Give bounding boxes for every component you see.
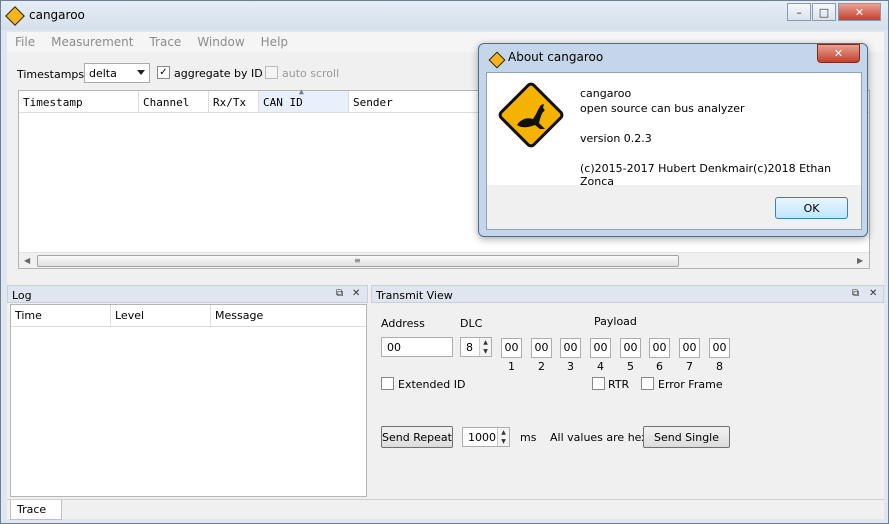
arrow-down-icon[interactable]: ▼	[498, 437, 509, 446]
aggregate-checkbox[interactable]: ✓	[157, 66, 170, 79]
interval-spinbox[interactable]: 1000 ▲ ▼	[462, 427, 510, 447]
log-column-level[interactable]: Level	[111, 305, 211, 327]
interval-stepper[interactable]: ▲ ▼	[497, 428, 509, 446]
kangaroo-sign-icon	[498, 82, 564, 148]
payload-byte-7[interactable]: 00	[679, 338, 700, 358]
scroll-right-icon[interactable]: ▶	[857, 256, 863, 265]
column-rxtx[interactable]: Rx/Tx	[209, 91, 259, 113]
address-label: Address	[381, 317, 425, 330]
app-icon	[5, 6, 25, 26]
dlc-label: DLC	[460, 317, 483, 330]
aggregate-label: aggregate by ID	[174, 67, 263, 80]
log-dock-title: Log ⧉ ✕	[7, 285, 368, 303]
grip-icon: ≡	[354, 256, 361, 265]
ok-button[interactable]: OK	[775, 197, 848, 219]
timestamps-select[interactable]: delta	[84, 63, 150, 83]
about-app-name: cangaroo	[580, 87, 632, 100]
scroll-left-icon[interactable]: ◀	[24, 256, 30, 265]
payload-byte-5[interactable]: 00	[620, 338, 641, 358]
menu-window[interactable]: Window	[189, 32, 252, 52]
transmit-dock-title: Transmit View ⧉ ✕	[371, 285, 884, 303]
sort-ascending-icon: ▲	[299, 87, 304, 96]
extended-id-label: Extended ID	[398, 378, 466, 391]
title-bar: cangaroo – □ ✕	[1, 1, 888, 30]
horizontal-scrollbar[interactable]: ◀ ≡ ▶	[19, 252, 869, 268]
transmit-panel: Address DLC Payload 00 8 ▲ ▼ 00 00 00 00 …	[371, 304, 884, 497]
interval-value: 1000	[468, 431, 496, 444]
log-table[interactable]: Time Level Message	[10, 304, 367, 497]
dlc-value: 8	[466, 341, 473, 354]
menu-help[interactable]: Help	[253, 32, 296, 52]
about-dialog-body: cangaroo open source can bus analyzer ve…	[486, 72, 862, 230]
hex-note: All values are hex	[550, 431, 648, 444]
payload-byte-6[interactable]: 00	[649, 338, 670, 358]
payload-index: 4	[597, 360, 604, 373]
about-copyright: (c)2015-2017 Hubert Denkmair(c)2018 Etha…	[580, 162, 832, 188]
send-repeat-button[interactable]: Send Repeat	[381, 426, 453, 448]
log-column-time[interactable]: Time	[11, 305, 111, 327]
dlc-stepper[interactable]: ▲ ▼	[479, 338, 491, 356]
error-frame-label: Error Frame	[658, 378, 723, 391]
about-version: version 0.2.3	[580, 132, 652, 145]
column-can-id[interactable]: ▲ CAN ID	[259, 87, 349, 113]
payload-index: 8	[716, 360, 723, 373]
payload-byte-3[interactable]: 00	[560, 338, 581, 358]
payload-index: 6	[656, 360, 663, 373]
about-description: open source can bus analyzer	[580, 102, 745, 115]
extended-id-checkbox[interactable]	[381, 377, 394, 390]
maximize-button[interactable]: □	[812, 3, 836, 21]
payload-index: 5	[627, 360, 634, 373]
menu-trace[interactable]: Trace	[141, 32, 189, 52]
payload-index: 1	[508, 360, 515, 373]
menu-measurement[interactable]: Measurement	[43, 32, 141, 52]
about-dialog-title: About cangaroo	[508, 50, 604, 64]
payload-byte-2[interactable]: 00	[531, 338, 552, 358]
menu-file[interactable]: File	[7, 32, 43, 52]
tab-trace[interactable]: Trace	[10, 500, 62, 520]
rtr-checkbox[interactable]	[592, 377, 605, 390]
payload-byte-8[interactable]: 00	[709, 338, 730, 358]
rtr-label: RTR	[608, 378, 630, 391]
scrollbar-thumb[interactable]: ≡	[37, 255, 679, 267]
column-can-id-label: CAN ID	[263, 96, 303, 109]
window-title: cangaroo	[29, 8, 85, 22]
transmit-title: Transmit View	[376, 289, 453, 302]
undock-icon[interactable]: ⧉	[852, 288, 859, 299]
ms-label: ms	[520, 431, 537, 444]
column-channel[interactable]: Channel	[139, 91, 209, 113]
arrow-down-icon[interactable]: ▼	[480, 347, 491, 356]
column-timestamp[interactable]: Timestamp	[19, 91, 139, 113]
payload-byte-4[interactable]: 00	[590, 338, 611, 358]
undock-icon[interactable]: ⧉	[336, 288, 343, 299]
minimize-button[interactable]: –	[787, 3, 811, 21]
kangaroo-logo-icon	[495, 79, 567, 151]
close-button[interactable]: ✕	[838, 3, 881, 21]
tab-bar: Trace	[7, 499, 884, 520]
payload-byte-1[interactable]: 00	[501, 338, 522, 358]
autoscroll-checkbox[interactable]	[265, 66, 278, 79]
close-icon[interactable]: ✕	[869, 288, 877, 299]
log-column-message[interactable]: Message	[211, 305, 366, 327]
autoscroll-label: auto scroll	[282, 67, 340, 80]
error-frame-checkbox[interactable]	[641, 377, 654, 390]
send-single-button[interactable]: Send Single	[643, 426, 730, 448]
chevron-down-icon	[137, 70, 145, 75]
dialog-close-button[interactable]: ✕	[817, 44, 860, 63]
log-title: Log	[12, 289, 32, 302]
app-icon	[488, 51, 506, 69]
dlc-spinbox[interactable]: 8 ▲ ▼	[460, 337, 492, 357]
payload-index: 2	[538, 360, 545, 373]
about-info-area: cangaroo open source can bus analyzer ve…	[487, 73, 861, 188]
address-input[interactable]: 00	[381, 337, 453, 357]
arrow-up-icon[interactable]: ▲	[480, 338, 491, 347]
close-icon[interactable]: ✕	[352, 288, 360, 299]
arrow-up-icon[interactable]: ▲	[498, 428, 509, 437]
payload-index: 3	[567, 360, 574, 373]
timestamps-label: Timestamps:	[17, 68, 88, 81]
timestamps-value: delta	[89, 67, 117, 80]
payload-index: 7	[686, 360, 693, 373]
about-dialog: About cangaroo ✕ cangaroo open source ca…	[478, 43, 868, 237]
payload-label: Payload	[594, 315, 637, 328]
